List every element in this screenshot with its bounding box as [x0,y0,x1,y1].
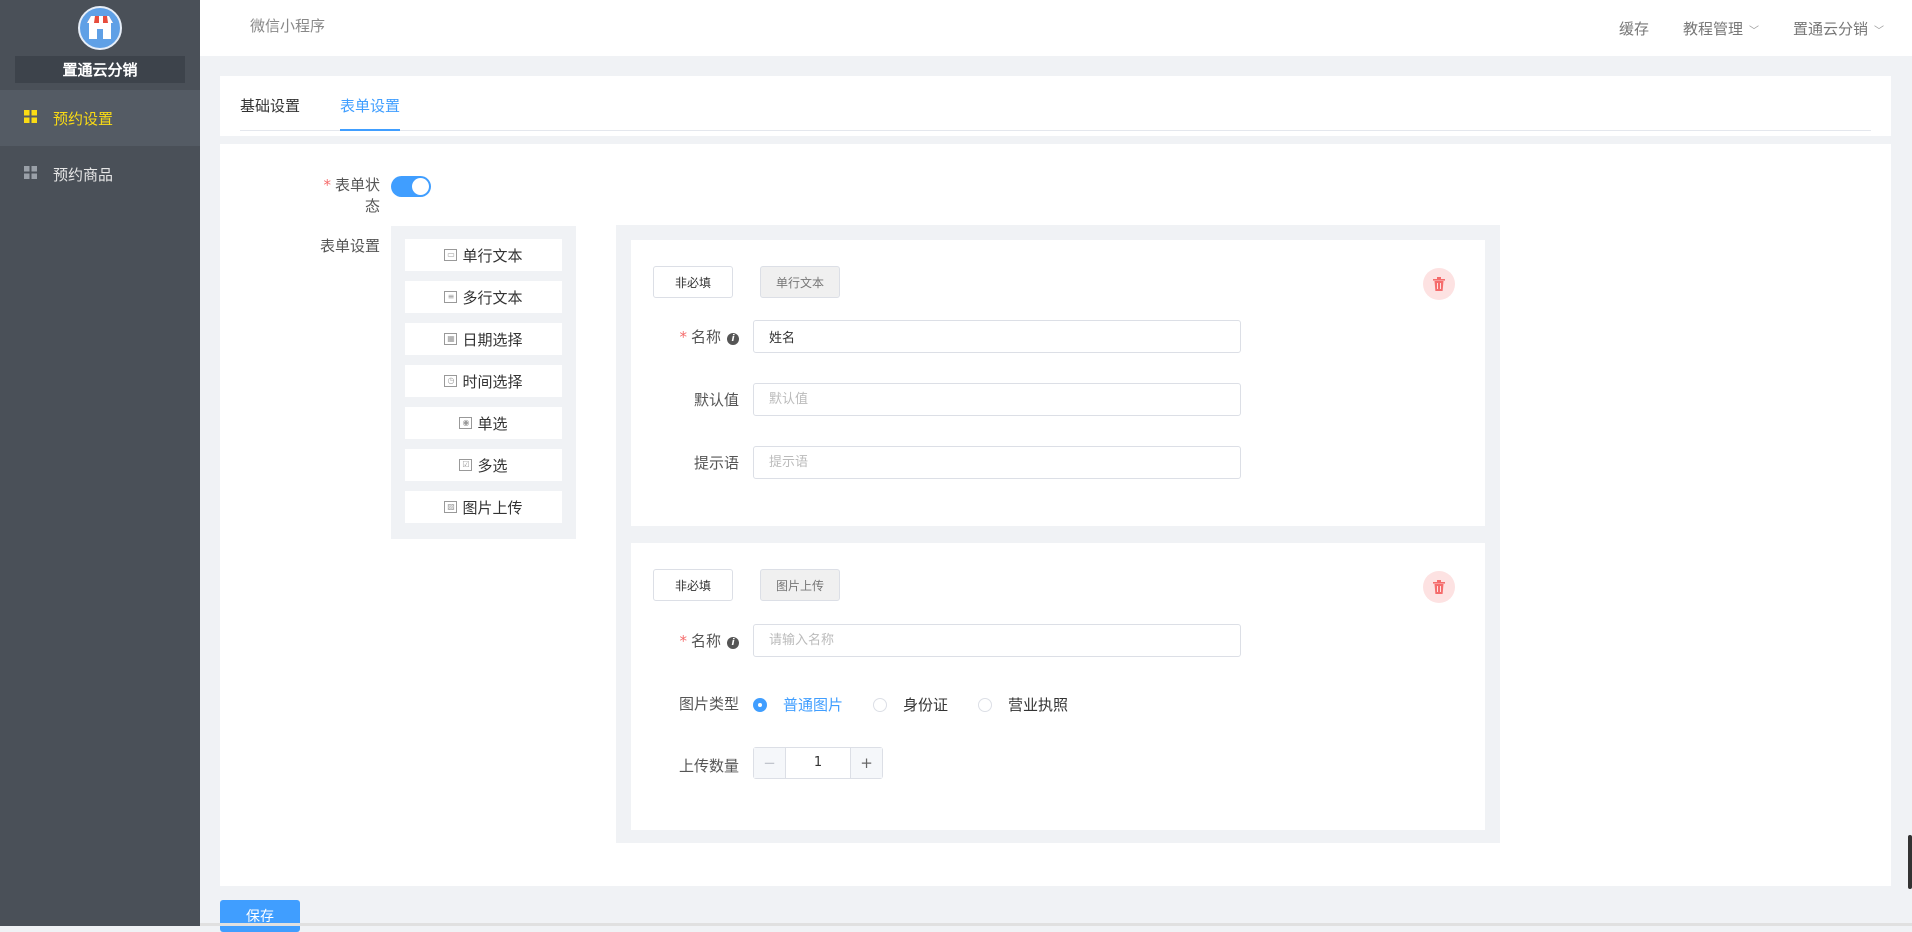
upload-count-value[interactable]: 1 [786,748,850,778]
trash-icon [1433,580,1445,594]
field-card-image-upload: 非必填 图片上传 *名称 i 图片类型 普通图片 身份证 营业执照 上传数量 − … [631,543,1485,830]
name-label-text: 名称 [690,632,721,650]
palette-time-picker[interactable]: ◷ 时间选择 [405,365,562,397]
main-panel: * 表单状态 表单设置 ▭ 单行文本 ≡ 多行文本 ▦ 日期选择 ◷ 时间选择 ◉ 单选 ☑… [220,144,1891,886]
chevron-down-icon: ﹀ [1874,25,1884,37]
increment-button[interactable]: + [850,748,882,778]
grid-icon [24,165,37,183]
optional-toggle-button[interactable]: 非必填 [653,569,733,601]
account-menu-label: 置通云分销 [1792,19,1868,38]
palette-item-label: 多行文本 [462,288,523,307]
top-header: 微信小程序 缓存 教程管理 ﹀ 置通云分销 ﹀ [200,0,1912,56]
image-icon: ▨ [444,501,458,513]
store-logo-icon [78,6,122,50]
logo-area: 置通云分销 [0,0,200,90]
info-icon[interactable]: i [727,637,739,649]
form-fields-area: 非必填 单行文本 *名称i 默认值 提示语 非必填 图片上传 *名称i 图片类型… [616,225,1500,843]
header-links: 缓存 教程管理 ﹀ 置通云分销 ﹀ [1619,0,1884,56]
optional-toggle-button[interactable]: 非必填 [653,266,733,298]
palette-date-picker[interactable]: ▦ 日期选择 [405,323,562,355]
sidebar: 置通云分销 预约设置 预约商品 [0,0,200,926]
tab-basic-settings[interactable]: 基础设置 [240,95,300,130]
radio-business-license[interactable]: 营业执照 [978,694,1068,715]
save-button[interactable]: 保存 [220,900,300,932]
info-icon[interactable]: i [727,333,739,345]
default-value-label: 默认值 [693,391,739,409]
default-value-input[interactable] [753,383,1241,416]
sidebar-item-booking-products[interactable]: 预约商品 [0,146,200,202]
upload-count-stepper: − 1 + [753,747,883,779]
radio-dot [873,697,888,712]
hint-label: 提示语 [693,454,739,472]
radio-icon: ◉ [459,417,473,429]
palette-single-line-text[interactable]: ▭ 单行文本 [405,239,562,271]
text-field-icon: ▭ [444,249,458,261]
radio-id-card[interactable]: 身份证 [873,694,948,715]
required-mark: * [323,176,331,194]
delete-field-button[interactable] [1423,571,1455,603]
palette-item-label: 时间选择 [462,372,523,391]
switch-knob [412,178,429,195]
upload-count-label: 上传数量 [678,757,739,775]
sidebar-item-label: 预约商品 [53,165,114,184]
palette-item-label: 多选 [477,456,508,475]
form-settings-label: 表单设置 [319,237,380,255]
name-input[interactable] [753,624,1241,657]
name-input[interactable] [753,320,1241,353]
palette-item-label: 图片上传 [462,498,523,517]
required-mark: * [679,632,687,650]
field-palette: ▭ 单行文本 ≡ 多行文本 ▦ 日期选择 ◷ 时间选择 ◉ 单选 ☑ 多选 ▨ 图片上传 [391,226,576,539]
trash-icon [1433,277,1445,291]
field-type-tag: 图片上传 [760,569,840,601]
palette-item-label: 单行文本 [462,246,523,265]
palette-item-label: 日期选择 [462,330,523,349]
form-status-switch[interactable] [391,176,431,197]
account-menu[interactable]: 置通云分销 ﹀ [1793,18,1884,39]
brand-name: 置通云分销 [15,56,185,83]
tutorial-menu[interactable]: 教程管理 ﹀ [1683,18,1759,39]
palette-item-label: 单选 [477,414,508,433]
tab-form-settings[interactable]: 表单设置 [340,95,401,131]
field-card-single-text: 非必填 单行文本 *名称 i 默认值 提示语 [631,240,1485,526]
decrement-button[interactable]: − [754,748,786,778]
palette-multi-line-text[interactable]: ≡ 多行文本 [405,281,562,313]
sidebar-item-booking-settings[interactable]: 预约设置 [0,90,200,146]
radio-dot [753,697,767,712]
header-title: 微信小程序 [250,17,326,35]
radio-normal-image[interactable]: 普通图片 [753,694,843,715]
radio-label: 营业执照 [1008,696,1069,714]
delete-field-button[interactable] [1423,268,1455,300]
palette-image-upload[interactable]: ▨ 图片上传 [405,491,562,523]
form-status-text: 表单状态 [334,176,380,215]
sidebar-item-label: 预约设置 [53,109,114,128]
grid-icon [24,109,37,127]
hint-input[interactable] [753,446,1241,479]
palette-single-choice[interactable]: ◉ 单选 [405,407,562,439]
radio-dot [978,697,993,712]
palette-multi-choice[interactable]: ☑ 多选 [405,449,562,481]
name-label: * 名称 i [651,326,739,347]
page-scrollbar[interactable] [1908,835,1912,889]
textarea-icon: ≡ [444,291,458,303]
radio-label: 身份证 [903,696,949,714]
image-type-radio-group: 普通图片 身份证 营业执照 [753,694,1098,715]
name-label-text: 名称 [690,328,721,346]
required-mark: * [679,328,687,346]
chevron-down-icon: ﹀ [1748,25,1759,37]
tutorial-menu-label: 教程管理 [1682,19,1743,38]
clock-icon: ◷ [444,375,458,387]
tab-bar: 基础设置 表单设置 [240,76,1871,131]
field-type-tag: 单行文本 [760,266,840,298]
tabs-panel: 基础设置 表单设置 [220,76,1891,136]
image-type-label: 图片类型 [678,695,739,713]
name-label: * 名称 i [651,630,739,651]
calendar-icon: ▦ [444,333,458,345]
checkbox-icon: ☑ [459,459,473,471]
cache-link[interactable]: 缓存 [1619,18,1649,39]
radio-label: 普通图片 [783,696,844,714]
form-status-label: * 表单状态 [310,174,380,216]
